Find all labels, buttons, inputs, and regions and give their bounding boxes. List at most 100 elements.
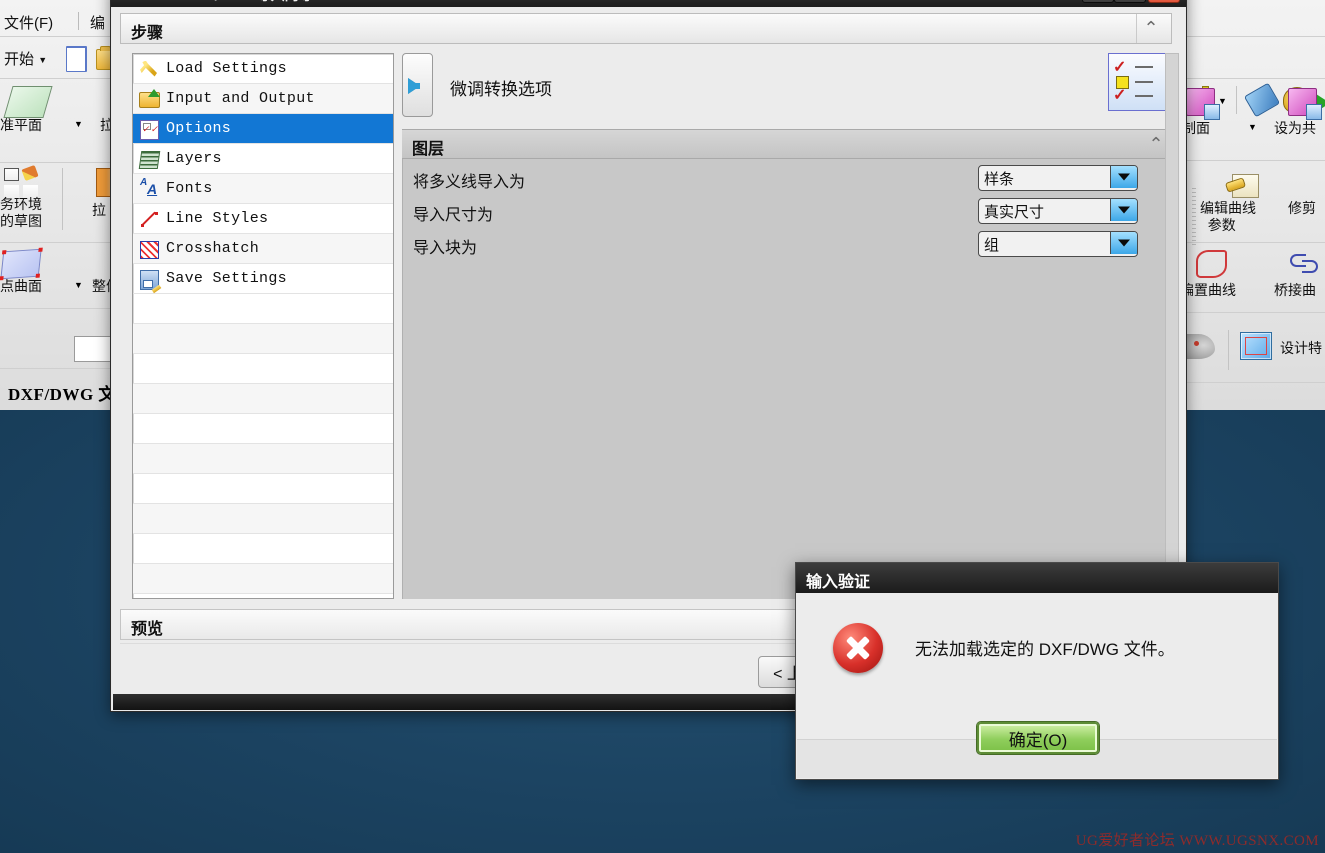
crosshatch-icon (138, 239, 160, 259)
list-item[interactable]: Line Styles (133, 204, 393, 234)
make-shared-icon[interactable] (1288, 88, 1322, 120)
bridge-curve-icon[interactable] (1290, 250, 1318, 274)
save-settings-icon (138, 269, 160, 290)
ribbon-label-trim: 修剪 (1288, 200, 1316, 216)
minimize-button[interactable]: — (1082, 0, 1114, 3)
error-dialog-body: 无法加载选定的 DXF/DWG 文件。 (797, 593, 1277, 741)
folder-in-out-icon (138, 88, 160, 109)
list-item-empty[interactable] (133, 354, 393, 384)
list-item-empty[interactable] (133, 294, 393, 324)
list-item[interactable]: Crosshatch (133, 234, 393, 264)
error-x-icon (833, 623, 883, 673)
block-import-value: 组 (984, 237, 1000, 254)
step-label-line-styles: Line Styles (166, 210, 269, 227)
chevron-down-icon[interactable]: ▼ (1248, 122, 1257, 132)
copy-face-icon[interactable] (1186, 88, 1220, 120)
list-item-empty[interactable] (133, 564, 393, 594)
step-list[interactable]: Load Settings Input and Output Options L… (132, 53, 394, 599)
list-item-empty[interactable] (133, 444, 393, 474)
list-item-empty[interactable] (133, 474, 393, 504)
list-item[interactable]: Save Settings (133, 264, 393, 294)
field-row: 将多义线导入为 样条 (413, 165, 1153, 191)
ribbon-label-extrude-2: 拉 (92, 202, 106, 218)
field-label-dimension-import: 导入尺寸为 (413, 207, 494, 224)
list-item[interactable]: Input and Output (133, 84, 393, 114)
menu-item-edit[interactable]: 编 (90, 12, 105, 33)
chevron-up-icon[interactable]: ⌃ (1146, 135, 1166, 155)
blue-right-arrow-icon (408, 78, 420, 94)
offset-curve-icon[interactable] (1196, 250, 1227, 278)
ribbon-label-task-sketch: 务环境 的草图 (0, 196, 42, 229)
chevron-up-icon[interactable]: ⌃ (1141, 19, 1161, 39)
close-button[interactable]: ✕ (1148, 0, 1180, 3)
options-page-title: 微调转换选项 (450, 80, 552, 99)
ribbon-label-datum-plane: 准平面 (0, 117, 42, 133)
line-styles-icon (138, 209, 160, 229)
through-points-surface-icon[interactable] (0, 247, 43, 281)
wizard-title: Autodesk DXF/DWG 导入向导 (119, 0, 313, 3)
layers-section-title: 图层 (412, 141, 445, 158)
error-dialog-titlebar[interactable]: 输入验证 (796, 563, 1278, 593)
empty-list-rows (133, 294, 393, 598)
input-validation-dialog: 输入验证 无法加载选定的 DXF/DWG 文件。 确定(O) (795, 562, 1279, 780)
ok-button[interactable]: 确定(O) (977, 722, 1099, 754)
start-menu-button[interactable]: 开始 ▼ (4, 48, 47, 69)
list-item-selected[interactable]: Options (133, 114, 393, 144)
layers-section-header[interactable]: 图层 ⌃ (402, 129, 1174, 159)
chevron-down-icon[interactable] (1110, 166, 1137, 188)
list-item[interactable]: Layers (133, 144, 393, 174)
chevron-down-icon[interactable]: ▼ (74, 119, 83, 129)
chevron-down-icon[interactable]: ▼ (74, 280, 83, 290)
layers-section-body: 将多义线导入为 样条 导入尺寸为 真实尺寸 导入块为 组 (402, 159, 1175, 599)
step-label-fonts: Fonts (166, 180, 213, 197)
checklist-icon: ✓ ✓ (1108, 53, 1166, 111)
step-label-save-settings: Save Settings (166, 270, 287, 287)
menu-item-file[interactable]: 文件(F) (4, 12, 53, 33)
steps-section-title: 步骤 (131, 25, 164, 42)
wizard-titlebar[interactable]: Autodesk DXF/DWG 导入向导 — ❐ ✕ (111, 0, 1186, 7)
list-item-empty[interactable] (133, 534, 393, 564)
step-label-load-settings: Load Settings (166, 60, 287, 77)
list-item-empty[interactable] (133, 594, 393, 598)
error-dialog-title: 输入验证 (806, 574, 871, 591)
chevron-down-icon[interactable] (1110, 232, 1137, 254)
polyline-import-dropdown[interactable]: 样条 (978, 165, 1138, 191)
dimension-import-value: 真实尺寸 (984, 204, 1045, 221)
start-menu-label: 开始 (4, 51, 35, 68)
task-sketch-icon[interactable] (4, 168, 40, 198)
dimension-import-dropdown[interactable]: 真实尺寸 (978, 198, 1138, 224)
wizard-scrollbar[interactable] (1165, 53, 1179, 599)
field-label-polyline-import: 将多义线导入为 (413, 174, 526, 191)
ribbon-label-edit-curve: 编辑曲线 参数 (1200, 200, 1256, 233)
dxf-dwg-tab-label: DXF/DWG 文 (8, 385, 116, 404)
chevron-down-icon[interactable] (1110, 199, 1137, 221)
forum-watermark: UG爱好者论坛 WWW.UGSNX.COM (1075, 833, 1319, 849)
current-step-button[interactable] (402, 53, 433, 117)
list-item-empty[interactable] (133, 384, 393, 414)
error-message: 无法加载选定的 DXF/DWG 文件。 (915, 640, 1175, 659)
edit-curve-params-icon[interactable] (1232, 174, 1259, 198)
list-item-empty[interactable] (133, 414, 393, 444)
step-label-layers: Layers (166, 150, 222, 167)
new-file-icon[interactable] (66, 46, 87, 72)
design-feature-icon[interactable] (1240, 332, 1272, 360)
field-label-block-import: 导入块为 (413, 240, 478, 257)
polyline-import-value: 样条 (984, 171, 1015, 188)
list-item-empty[interactable] (133, 504, 393, 534)
field-row: 导入尺寸为 真实尺寸 (413, 198, 1153, 224)
list-item[interactable]: Load Settings (133, 54, 393, 84)
error-dialog-footer: 确定(O) (797, 722, 1277, 778)
layers-icon (138, 149, 161, 169)
list-item-empty[interactable] (133, 324, 393, 354)
wrench-icon (138, 59, 160, 79)
block-import-dropdown[interactable]: 组 (978, 231, 1138, 257)
options-page: 微调转换选项 ✓ ✓ 图层 ⌃ 将多义线导入为 样条 导入尺寸为 真实尺寸 导入… (402, 53, 1175, 599)
step-label-crosshatch: Crosshatch (166, 240, 260, 257)
list-item[interactable]: Fonts (133, 174, 393, 204)
step-label-input-output: Input and Output (166, 90, 315, 107)
chevron-down-icon: ▼ (38, 55, 48, 66)
fonts-icon (138, 177, 160, 199)
maximize-button[interactable]: ❐ (1114, 0, 1146, 3)
steps-section-header[interactable]: 步骤 ⌃ (120, 13, 1172, 44)
step-label-options: Options (166, 120, 232, 137)
